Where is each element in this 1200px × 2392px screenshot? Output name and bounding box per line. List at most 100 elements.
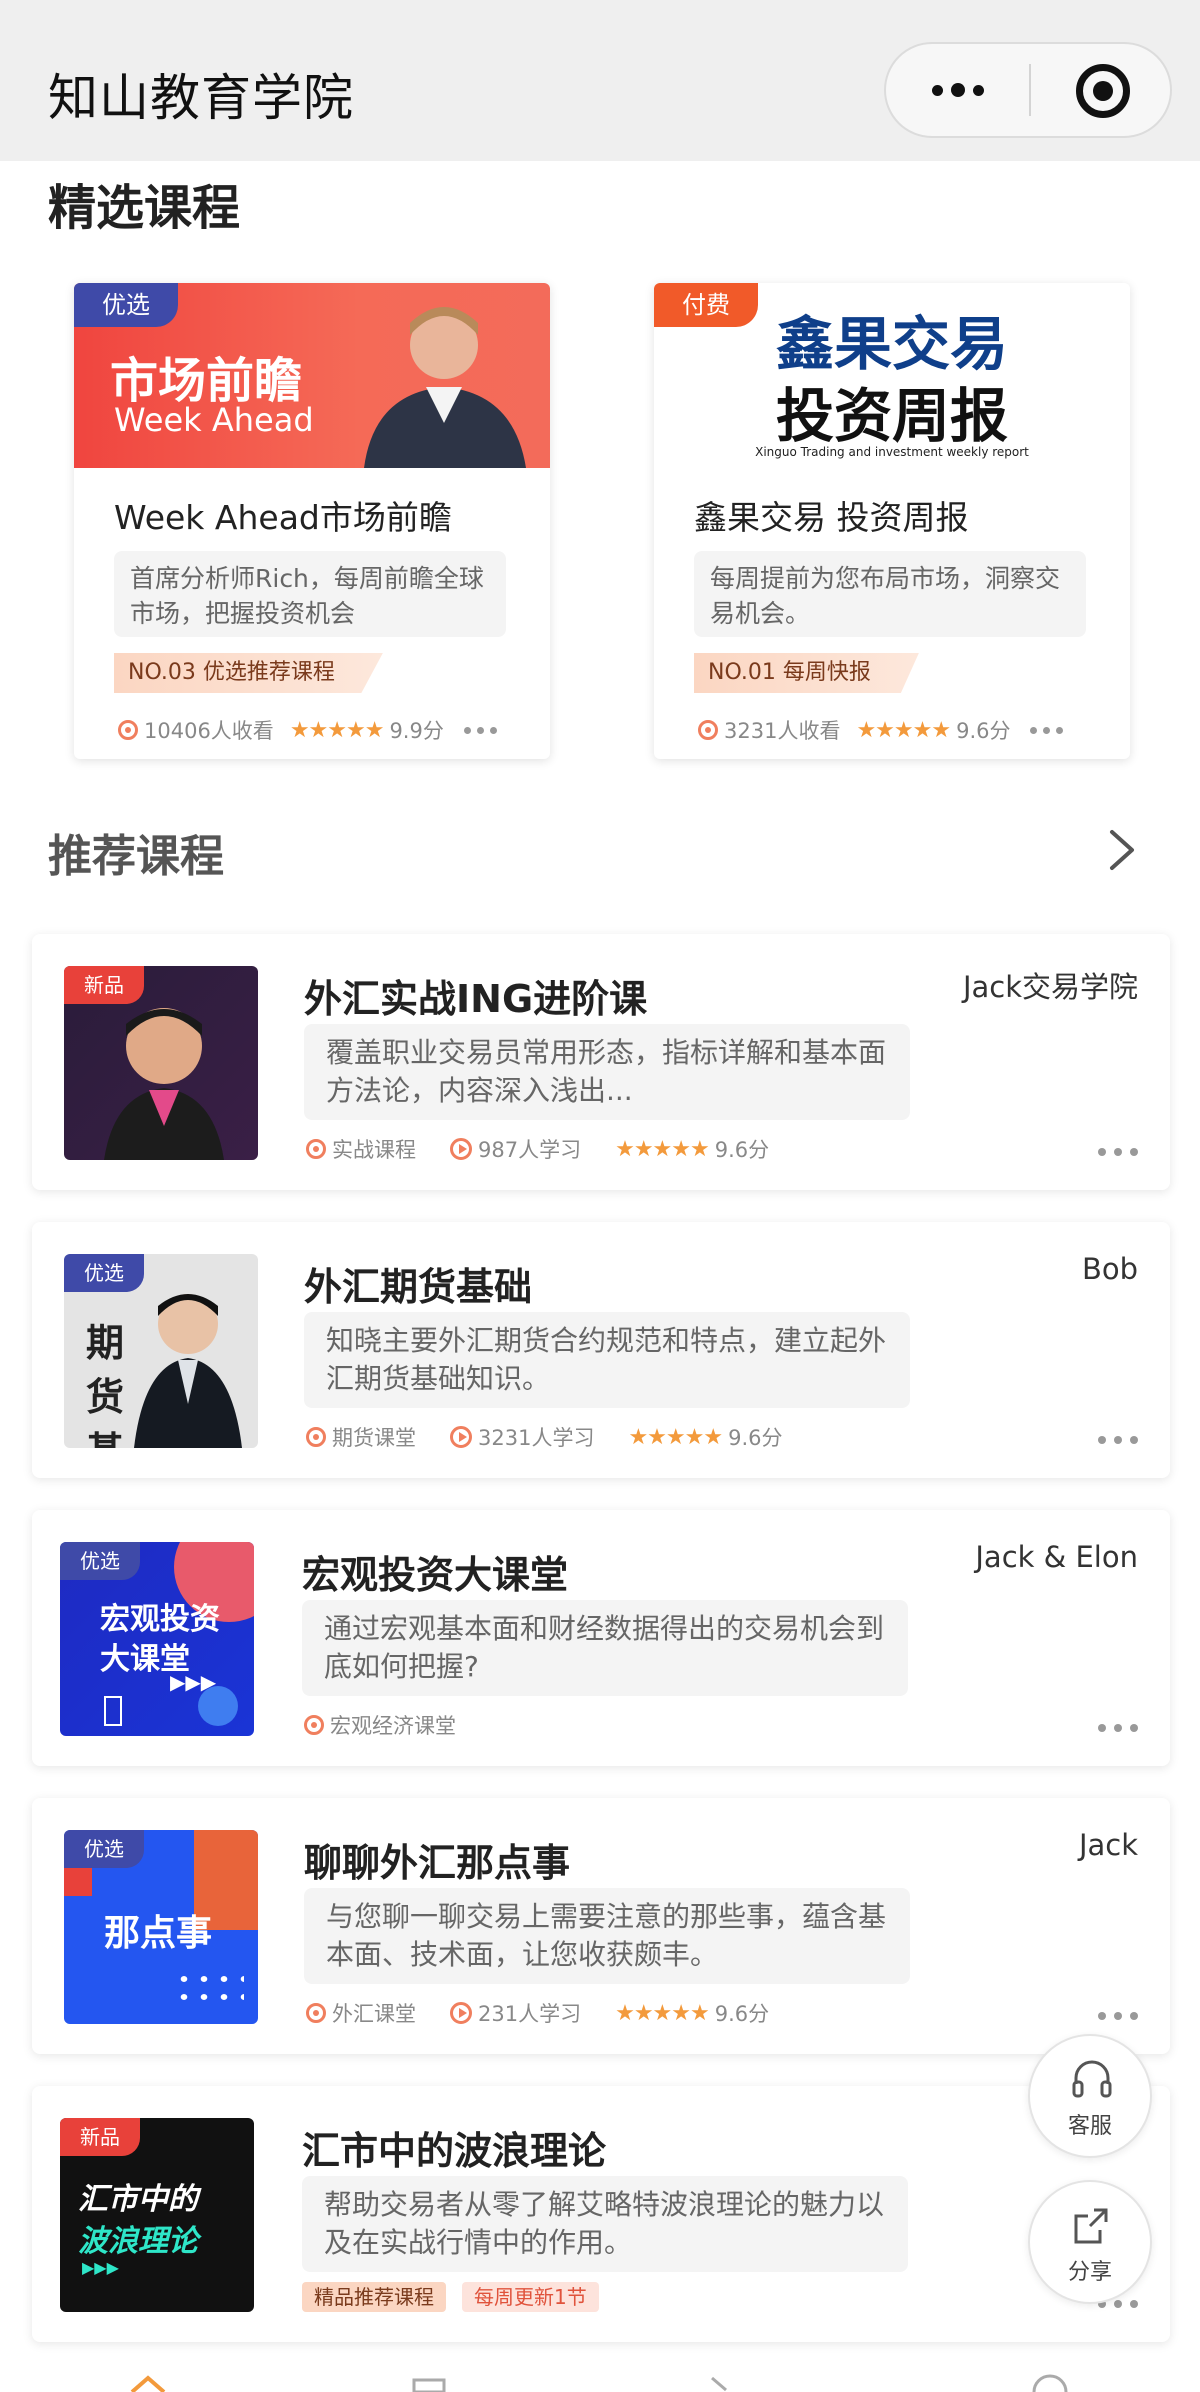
category-icon xyxy=(306,2003,326,2023)
featured-card-week-ahead[interactable]: 优选 市场前瞻 Week Ahead Week Ahead市场前瞻 首席分析师R… xyxy=(74,283,550,759)
views-count: 3231人收看 xyxy=(724,719,841,743)
weekly-report-banner: 付费 鑫果交易 投资周报 Xinguo Trading and investme… xyxy=(654,283,1130,468)
course-tag: 新品 xyxy=(64,966,144,1004)
more-dots-icon[interactable] xyxy=(463,726,497,734)
course-title: 汇市中的波浪理论 xyxy=(302,2129,607,2173)
course-desc: 覆盖职业交易员常用形态，指标详解和基本面方法论，内容深入浅出... xyxy=(304,1024,910,1120)
course-card[interactable]: 那点事 优选 聊聊外汇那点事 Jack 与您聊一聊交易上需要注意的那些事，蕴含基… xyxy=(32,1798,1170,2054)
app-title: 知山教育学院 xyxy=(48,69,354,127)
course-meta: 宏观经济课堂 xyxy=(304,1710,490,1740)
rating-stars: ★★★★★ xyxy=(628,1424,723,1450)
category-icon xyxy=(306,1427,326,1447)
featured-card-weekly-report[interactable]: 付费 鑫果交易 投资周报 Xinguo Trading and investme… xyxy=(654,283,1130,759)
course-learners: 3231人学习 xyxy=(478,1426,595,1450)
course-pills: 精品推荐课程 每周更新1节 xyxy=(302,2282,615,2312)
course-author: Bob xyxy=(1081,1252,1138,1286)
rating-score: 9.9分 xyxy=(389,719,444,743)
course-meta: 实战课程 987人学习 ★★★★★ 9.6分 xyxy=(306,1134,769,1164)
featured-card-desc: 每周提前为您布局市场，洞察交易机会。 xyxy=(694,551,1086,637)
thumb-text: 那点事 xyxy=(104,1913,213,1954)
course-thumbnail: 新品 xyxy=(64,966,258,1160)
play-icon xyxy=(450,1138,472,1160)
course-tag: 优选 xyxy=(64,1254,144,1292)
course-learners: 987人学习 xyxy=(478,1138,582,1162)
customer-service-button[interactable]: 客服 xyxy=(1028,2034,1152,2158)
recommend-section-title: 推荐课程 xyxy=(48,831,224,882)
category-icon xyxy=(306,1139,326,1159)
rating-score: 9.6分 xyxy=(714,1138,770,1162)
course-card[interactable]: 汇市中的 波浪理论 ▶▶▶ 新品 汇市中的波浪理论 帮助交易者从零了解艾略特波浪… xyxy=(32,2086,1170,2342)
featured-card-desc: 首席分析师Rich，每周前瞻全球市场，把握投资机会 xyxy=(114,551,506,637)
featured-tag: 优选 xyxy=(74,283,178,327)
top-bar: 知山教育学院 xyxy=(0,0,1200,161)
course-category: 外汇课堂 xyxy=(332,2002,416,2026)
featured-card-title: Week Ahead市场前瞻 xyxy=(114,498,452,537)
course-card[interactable]: 期货 基础 优选 外汇期货基础 Bob 知晓主要外汇期货合约规范和特点，建立起外… xyxy=(32,1222,1170,1478)
course-thumbnail: 汇市中的 波浪理论 ▶▶▶ 新品 xyxy=(60,2118,254,2312)
featured-card-badge: NO.03 优选推荐课程 xyxy=(114,653,383,693)
featured-section-title: 精选课程 xyxy=(48,180,241,236)
course-title: 聊聊外汇那点事 xyxy=(304,1841,571,1885)
course-thumbnail: 那点事 优选 xyxy=(64,1830,258,2024)
course-tag: 新品 xyxy=(60,2118,140,2156)
course-desc: 帮助交易者从零了解艾略特波浪理论的魅力以及在实战行情中的作用。 xyxy=(302,2176,908,2272)
share-icon xyxy=(1074,2208,1108,2244)
course-author: Jack & Elon xyxy=(975,1540,1138,1574)
share-button[interactable]: 分享 xyxy=(1028,2180,1152,2304)
chevron-right-icon[interactable] xyxy=(1102,826,1142,874)
banner-subtitle: 投资周报 xyxy=(775,382,1008,450)
rating-score: 9.6分 xyxy=(728,1426,783,1450)
course-title: 宏观投资大课堂 xyxy=(302,1553,569,1597)
headset-icon xyxy=(1072,2060,1112,2098)
course-tag: 优选 xyxy=(60,1542,140,1580)
featured-card-title: 鑫果交易 投资周报 xyxy=(694,498,969,537)
customer-service-label: 客服 xyxy=(1067,2114,1112,2139)
thumb-line-2: 波浪理论 xyxy=(78,2224,198,2259)
more-icon[interactable] xyxy=(886,44,1030,136)
course-author: Jack xyxy=(1078,1828,1138,1862)
play-icon xyxy=(450,1426,472,1448)
mini-program-capsule xyxy=(884,42,1172,138)
course-thumbnail: 期货 基础 优选 xyxy=(64,1254,258,1448)
more-dots-icon[interactable] xyxy=(1030,726,1064,734)
course-card[interactable]: 新品 外汇实战ING进阶课 Jack交易学院 覆盖职业交易员常用形态，指标详解和… xyxy=(32,934,1170,1190)
more-dots-icon[interactable] xyxy=(1098,1724,1138,1732)
views-icon xyxy=(118,720,138,740)
course-meta: 外汇课堂 231人学习 ★★★★★ 9.6分 xyxy=(306,1998,769,2028)
course-thumbnail: 宏观投资 大课堂 ▶▶▶ 优选 xyxy=(60,1542,254,1736)
course-author: Jack交易学院 xyxy=(962,970,1138,1004)
pill-weekly-update: 每周更新1节 xyxy=(462,2282,599,2312)
thumb-line-1: 汇市中的 xyxy=(78,2182,198,2217)
close-target-icon[interactable] xyxy=(1076,64,1130,118)
course-category: 实战课程 xyxy=(332,1138,416,1162)
rating-stars: ★★★★★ xyxy=(615,2000,710,2026)
dot-pattern xyxy=(174,1970,244,2010)
phone-icon xyxy=(104,1696,122,1726)
course-desc: 与您聊一聊交易上需要注意的那些事，蕴含基本面、技术面，让您收获颇丰。 xyxy=(304,1888,910,1984)
course-category: 宏观经济课堂 xyxy=(330,1714,456,1738)
featured-card-badge: NO.01 每周快报 xyxy=(694,653,919,693)
rating-stars: ★★★★★ xyxy=(615,1136,710,1162)
share-label: 分享 xyxy=(1067,2260,1112,2285)
banner-subtitle: Week Ahead xyxy=(114,401,314,439)
course-desc: 知晓主要外汇期货合约规范和特点，建立起外汇期货基础知识。 xyxy=(304,1312,910,1408)
course-category: 期货课堂 xyxy=(332,1426,416,1450)
more-dots-icon[interactable] xyxy=(1098,2012,1138,2020)
featured-card-stats: 3231人收看 ★★★★★ 9.6分 xyxy=(698,715,1064,745)
course-desc: 通过宏观基本面和财经数据得出的交易机会到底如何把握? xyxy=(302,1600,908,1696)
more-dots-icon[interactable] xyxy=(1098,1436,1138,1444)
arrows-icon: ▶▶▶ xyxy=(82,2258,119,2277)
rating-score: 9.6分 xyxy=(956,719,1011,743)
rating-score: 9.6分 xyxy=(714,2002,770,2026)
course-learners: 231人学习 xyxy=(478,2002,582,2026)
more-dots-icon[interactable] xyxy=(1098,1148,1138,1156)
views-count: 10406人收看 xyxy=(144,719,274,743)
course-tag: 优选 xyxy=(64,1830,144,1868)
arrows-icon: ▶▶▶ xyxy=(170,1670,217,1694)
course-meta: 期货课堂 3231人学习 ★★★★★ 9.6分 xyxy=(306,1422,782,1452)
banner-caption: Xinguo Trading and investment weekly rep… xyxy=(755,445,1029,459)
thumb-line-1: 宏观投资 xyxy=(100,1602,220,1637)
rating-stars: ★★★★★ xyxy=(289,717,385,743)
course-card[interactable]: 宏观投资 大课堂 ▶▶▶ 优选 宏观投资大课堂 Jack & Elon 通过宏观… xyxy=(32,1510,1170,1766)
week-ahead-banner: 优选 市场前瞻 Week Ahead xyxy=(74,283,550,468)
